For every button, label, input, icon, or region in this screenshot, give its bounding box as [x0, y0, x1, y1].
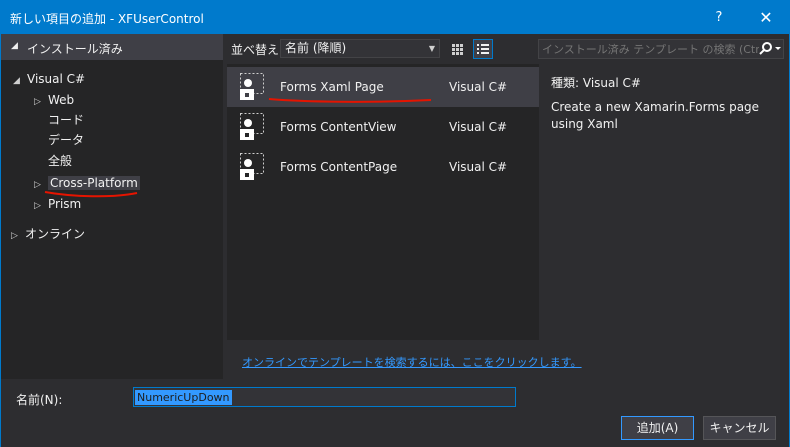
template-language: Visual C#: [449, 120, 508, 134]
tree-item-visual-csharp[interactable]: ◢ Visual C#: [13, 69, 85, 89]
template-row-forms-contentpage[interactable]: Forms ContentPage Visual C#: [227, 147, 539, 187]
template-details-pane: 種類: Visual C# Create a new Xamarin.Forms…: [539, 64, 789, 340]
name-label: 名前(N):: [16, 393, 63, 407]
tree-item-general[interactable]: 全般: [48, 151, 72, 171]
cancel-button[interactable]: キャンセル: [703, 416, 776, 440]
help-button[interactable]: ?: [707, 1, 731, 34]
list-view-icon: [477, 44, 489, 54]
search-icon[interactable]: [758, 41, 784, 57]
category-tree-pane: ◢ インストール済み ◢ Visual C# ▷ Web コード データ 全般 ▷ C…: [1, 34, 223, 379]
type-label: 種類:: [551, 76, 580, 90]
installed-label: インストール済み: [27, 42, 123, 56]
bottom-area: 名前(N): NumericUpDown 追加(A) キャンセル: [1, 379, 789, 447]
template-list: Forms Xaml Page Visual C# Forms ContentV…: [227, 64, 539, 340]
name-field[interactable]: NumericUpDown: [133, 387, 516, 407]
chevron-down-icon: ▼: [428, 44, 435, 53]
forms-page-icon: [240, 73, 264, 100]
search-input[interactable]: [539, 40, 759, 58]
template-name: Forms Xaml Page: [280, 80, 384, 94]
list-view-button[interactable]: [473, 39, 493, 59]
template-toolbar: 並べ替え: 名前 (降順) ▼: [223, 34, 531, 60]
template-type: 種類: Visual C#: [551, 74, 641, 91]
grid-view-button[interactable]: [447, 39, 467, 59]
close-button[interactable]: ✕: [743, 1, 789, 34]
sort-value: 名前 (降順): [285, 41, 347, 55]
template-description: Create a new Xamarin.Forms page using Xa…: [551, 100, 760, 131]
search-online-link[interactable]: オンラインでテンプレートを検索するには、ここをクリックします。: [242, 354, 582, 370]
expand-arrow-icon: ▷: [34, 97, 41, 107]
tree-item-data[interactable]: データ: [48, 130, 84, 150]
sort-label: 並べ替え:: [231, 43, 284, 57]
tree-item-code[interactable]: コード: [48, 110, 84, 130]
title-bar: 新しい項目の追加 - XFUserControl ? ✕: [1, 1, 789, 34]
expanded-arrow-icon: ◢: [13, 76, 20, 86]
tree-item-online[interactable]: ▷ オンライン: [11, 224, 85, 244]
template-name: Forms ContentPage: [280, 160, 398, 174]
forms-contentpage-icon: [240, 153, 264, 180]
template-language: Visual C#: [449, 160, 508, 174]
annotation-underline-template: [268, 98, 432, 103]
type-value: Visual C#: [582, 76, 641, 90]
template-search-box: [538, 39, 784, 59]
name-value: NumericUpDown: [135, 390, 232, 405]
installed-header[interactable]: ◢ インストール済み: [1, 34, 223, 60]
add-button[interactable]: 追加(A): [621, 416, 694, 440]
window-title: 新しい項目の追加 - XFUserControl: [10, 12, 204, 26]
tree-item-web[interactable]: ▷ Web: [34, 90, 74, 110]
template-language: Visual C#: [449, 80, 508, 94]
collapse-arrow-icon: ◢: [11, 41, 18, 51]
forms-contentview-icon: [240, 113, 264, 140]
grid-view-icon: [452, 44, 463, 55]
template-row-forms-contentview[interactable]: Forms ContentView Visual C#: [227, 107, 539, 147]
template-name: Forms ContentView: [280, 120, 397, 134]
sort-dropdown[interactable]: 名前 (降順) ▼: [280, 39, 440, 58]
add-new-item-dialog: 新しい項目の追加 - XFUserControl ? ✕ ◢ インストール済み …: [0, 0, 790, 447]
annotation-underline-cross-platform: [44, 191, 138, 198]
expand-arrow-icon: ▷: [11, 231, 18, 241]
